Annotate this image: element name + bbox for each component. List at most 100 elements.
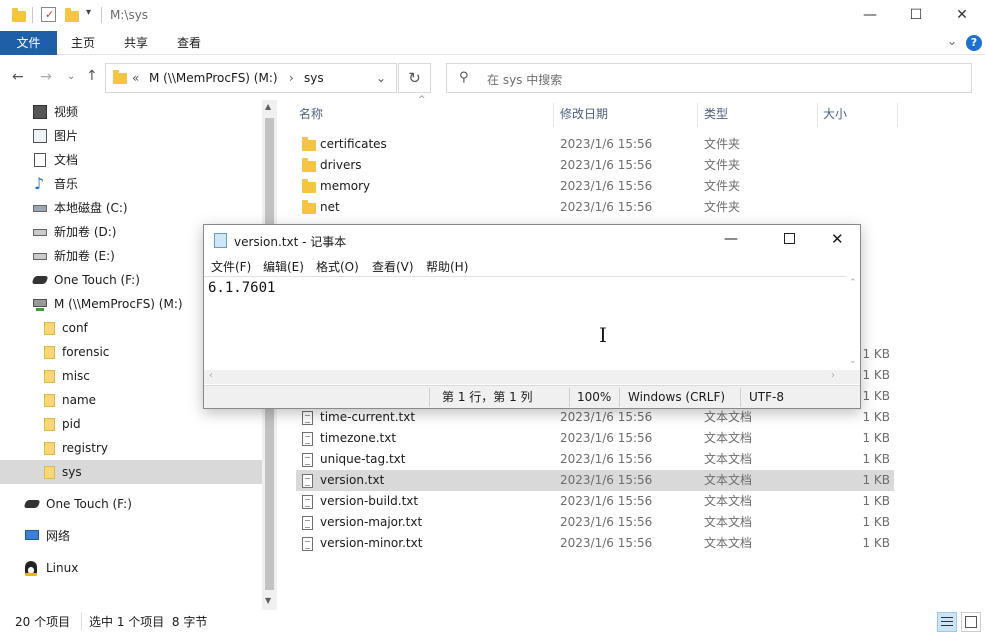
breadcrumb-root[interactable]: M (\\MemProcFS) (M:): [149, 71, 278, 85]
column-header-size[interactable]: 大小: [823, 100, 847, 128]
sort-ascending-icon: ^: [418, 95, 426, 105]
tab-view[interactable]: 查看: [163, 31, 215, 55]
sidebar-item-sys[interactable]: sys: [0, 460, 262, 484]
breadcrumb-chevron-icon[interactable]: ›: [289, 71, 294, 85]
list-item[interactable]: version-minor.txt 2023/1/6 15:56 文本文档 1 …: [296, 533, 894, 554]
breadcrumb-current[interactable]: sys: [304, 71, 324, 85]
menu-help[interactable]: 帮助(H): [426, 258, 468, 275]
file-type: 文件夹: [704, 137, 741, 151]
tab-file[interactable]: 文件: [0, 31, 57, 55]
tab-share[interactable]: 共享: [109, 31, 163, 55]
search-input[interactable]: 在 sys 中搜索: [487, 71, 562, 88]
scroll-down-icon[interactable]: ▼: [265, 596, 271, 605]
sidebar-item-registry[interactable]: registry: [0, 436, 262, 460]
file-date: 2023/1/6 15:56: [560, 179, 653, 193]
list-item[interactable]: unique-tag.txt 2023/1/6 15:56 文本文档 1 KB: [296, 449, 894, 470]
file-type: 文件夹: [704, 200, 741, 214]
list-item[interactable]: version-build.txt 2023/1/6 15:56 文本文档 1 …: [296, 491, 894, 512]
large-icons-view-button[interactable]: [961, 612, 981, 632]
address-dropdown-icon[interactable]: ⌄: [376, 71, 386, 85]
sidebar-item-drive-c[interactable]: 本地磁盘 (C:): [0, 196, 262, 220]
menu-format[interactable]: 格式(O): [316, 258, 359, 275]
file-type: 文本文档: [704, 410, 753, 424]
expand-ribbon-icon[interactable]: ⌄: [947, 34, 957, 48]
list-item[interactable]: certificates 2023/1/6 15:56 文件夹: [296, 134, 894, 155]
file-name: net: [320, 200, 340, 214]
list-item[interactable]: net 2023/1/6 15:56 文件夹: [296, 197, 894, 218]
notepad-maximize-button[interactable]: [784, 233, 795, 244]
list-item-selected[interactable]: version.txt 2023/1/6 15:56 文本文档 1 KB: [296, 470, 894, 491]
recent-locations-icon[interactable]: ⌄: [67, 71, 75, 82]
sidebar-item-label: misc: [62, 369, 90, 383]
back-button[interactable]: ←: [12, 69, 24, 85]
sidebar-item-linux[interactable]: Linux: [0, 556, 262, 580]
text-file-icon: [302, 474, 313, 488]
scroll-left-icon[interactable]: ‹: [209, 370, 213, 381]
search-box[interactable]: ⚲ 在 sys 中搜索: [446, 63, 972, 93]
scroll-up-icon[interactable]: ▲: [265, 102, 271, 111]
column-divider[interactable]: [817, 103, 818, 127]
notepad-vertical-scrollbar[interactable]: ⌃ ⌄: [846, 276, 860, 372]
scroll-down-icon[interactable]: ⌄: [849, 356, 857, 366]
list-item[interactable]: version-major.txt 2023/1/6 15:56 文本文档 1 …: [296, 512, 894, 533]
refresh-button[interactable]: ↻: [398, 63, 431, 93]
list-item[interactable]: memory 2023/1/6 15:56 文件夹: [296, 176, 894, 197]
scroll-up-icon[interactable]: ⌃: [849, 278, 857, 288]
sidebar-item-network[interactable]: 网络: [0, 524, 262, 548]
menu-edit[interactable]: 编辑(E): [263, 258, 304, 275]
notepad-text-area[interactable]: 6.1.7601 I: [204, 276, 846, 372]
text-file-icon: [302, 411, 313, 425]
folder-icon: [113, 70, 127, 84]
item-count: 20 个项目: [15, 615, 71, 629]
selection-info: 选中 1 个项目 8 字节: [89, 615, 208, 629]
help-button[interactable]: ?: [966, 35, 982, 51]
file-date: 2023/1/6 15:56: [560, 410, 653, 424]
properties-icon[interactable]: ✓: [41, 7, 56, 22]
column-header-type[interactable]: 类型: [704, 100, 728, 128]
menu-view[interactable]: 查看(V): [372, 258, 414, 275]
breadcrumb-overflow-icon[interactable]: «: [132, 71, 139, 85]
sidebar-item-one-touch[interactable]: One Touch (F:): [0, 492, 262, 516]
file-type: 文本文档: [704, 515, 753, 529]
tab-home[interactable]: 主页: [57, 31, 109, 55]
sidebar-item-documents[interactable]: 文档: [0, 148, 262, 172]
list-item[interactable]: drivers 2023/1/6 15:56 文件夹: [296, 155, 894, 176]
column-header-date[interactable]: 修改日期: [560, 100, 608, 128]
new-folder-icon[interactable]: [65, 8, 79, 22]
file-size: 1 KB: [862, 452, 890, 466]
notepad-icon: [214, 233, 227, 248]
up-button[interactable]: ↑: [86, 68, 98, 84]
sidebar-item-pid[interactable]: pid: [0, 412, 262, 436]
file-name: version-build.txt: [320, 494, 419, 508]
maximize-button[interactable]: ☐: [893, 0, 939, 31]
notepad-close-button[interactable]: ✕: [831, 230, 844, 248]
document-icon: [34, 153, 46, 167]
file-name: time-current.txt: [320, 410, 416, 424]
notepad-minimize-button[interactable]: —: [724, 231, 738, 247]
sidebar-item-videos[interactable]: 视频: [0, 100, 262, 124]
file-date: 2023/1/6 15:56: [560, 200, 653, 214]
column-divider[interactable]: [553, 103, 554, 127]
sidebar-item-pictures[interactable]: 图片: [0, 124, 262, 148]
column-divider[interactable]: [897, 103, 898, 127]
column-divider[interactable]: [697, 103, 698, 127]
address-bar[interactable]: « M (\\MemProcFS) (M:) › sys ⌄: [105, 63, 397, 93]
file-name: memory: [320, 179, 371, 193]
minimize-button[interactable]: —: [847, 0, 893, 31]
text-file-icon: [302, 516, 313, 530]
list-item[interactable]: time-current.txt 2023/1/6 15:56 文本文档 1 K…: [296, 407, 894, 428]
details-view-button[interactable]: [937, 612, 957, 632]
close-button[interactable]: ✕: [939, 0, 985, 31]
sidebar-item-label: conf: [62, 321, 88, 335]
picture-icon: [33, 129, 47, 143]
customize-quick-access-icon[interactable]: ▾: [86, 7, 91, 18]
notepad-horizontal-scrollbar[interactable]: ‹ ›: [204, 370, 860, 384]
folder-icon: [44, 322, 55, 335]
list-item[interactable]: timezone.txt 2023/1/6 15:56 文本文档 1 KB: [296, 428, 894, 449]
forward-button[interactable]: →: [40, 69, 52, 85]
sidebar-item-music[interactable]: ♪ 音乐: [0, 172, 262, 196]
scroll-right-icon[interactable]: ›: [831, 370, 835, 381]
notepad-content[interactable]: 6.1.7601: [208, 280, 275, 296]
column-header-name[interactable]: 名称: [299, 100, 323, 128]
menu-file[interactable]: 文件(F): [211, 258, 251, 275]
